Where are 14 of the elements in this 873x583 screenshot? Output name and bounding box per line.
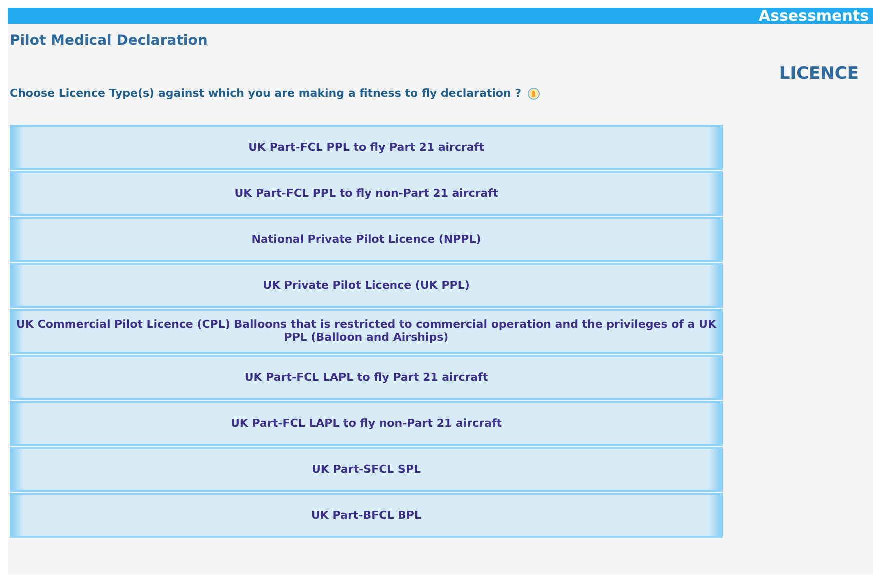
help-icon[interactable] bbox=[528, 88, 540, 100]
licence-option-button[interactable]: UK Commercial Pilot Licence (CPL) Balloons that is restricted to commercial operation and the privileges of a UK PPL (Balloon and Airships) bbox=[10, 308, 723, 354]
licence-option-button[interactable]: National Private Pilot Licence (NPPL) bbox=[10, 216, 723, 262]
section-heading: LICENCE bbox=[779, 63, 859, 86]
licence-option-button[interactable]: UK Part-FCL PPL to fly non-Part 21 aircraft bbox=[10, 170, 723, 216]
question-text: Choose Licence Type(s) against which you are making a fitness to fly declaration ? bbox=[10, 86, 522, 102]
licence-option-button[interactable]: UK Part-SFCL SPL bbox=[10, 446, 723, 492]
page-title: Pilot Medical Declaration bbox=[10, 32, 209, 50]
licence-option-button[interactable]: UK Part-FCL PPL to fly Part 21 aircraft bbox=[10, 124, 723, 170]
licence-option-button[interactable]: UK Part-FCL LAPL to fly non-Part 21 aircraft bbox=[10, 400, 723, 446]
licence-option-button[interactable]: UK Private Pilot Licence (UK PPL) bbox=[10, 262, 723, 308]
header-title: Assessments bbox=[758, 8, 869, 24]
licence-option-button[interactable]: UK Part-FCL LAPL to fly Part 21 aircraft bbox=[10, 354, 723, 400]
licence-option-button[interactable]: UK Part-BFCL BPL bbox=[10, 492, 723, 538]
